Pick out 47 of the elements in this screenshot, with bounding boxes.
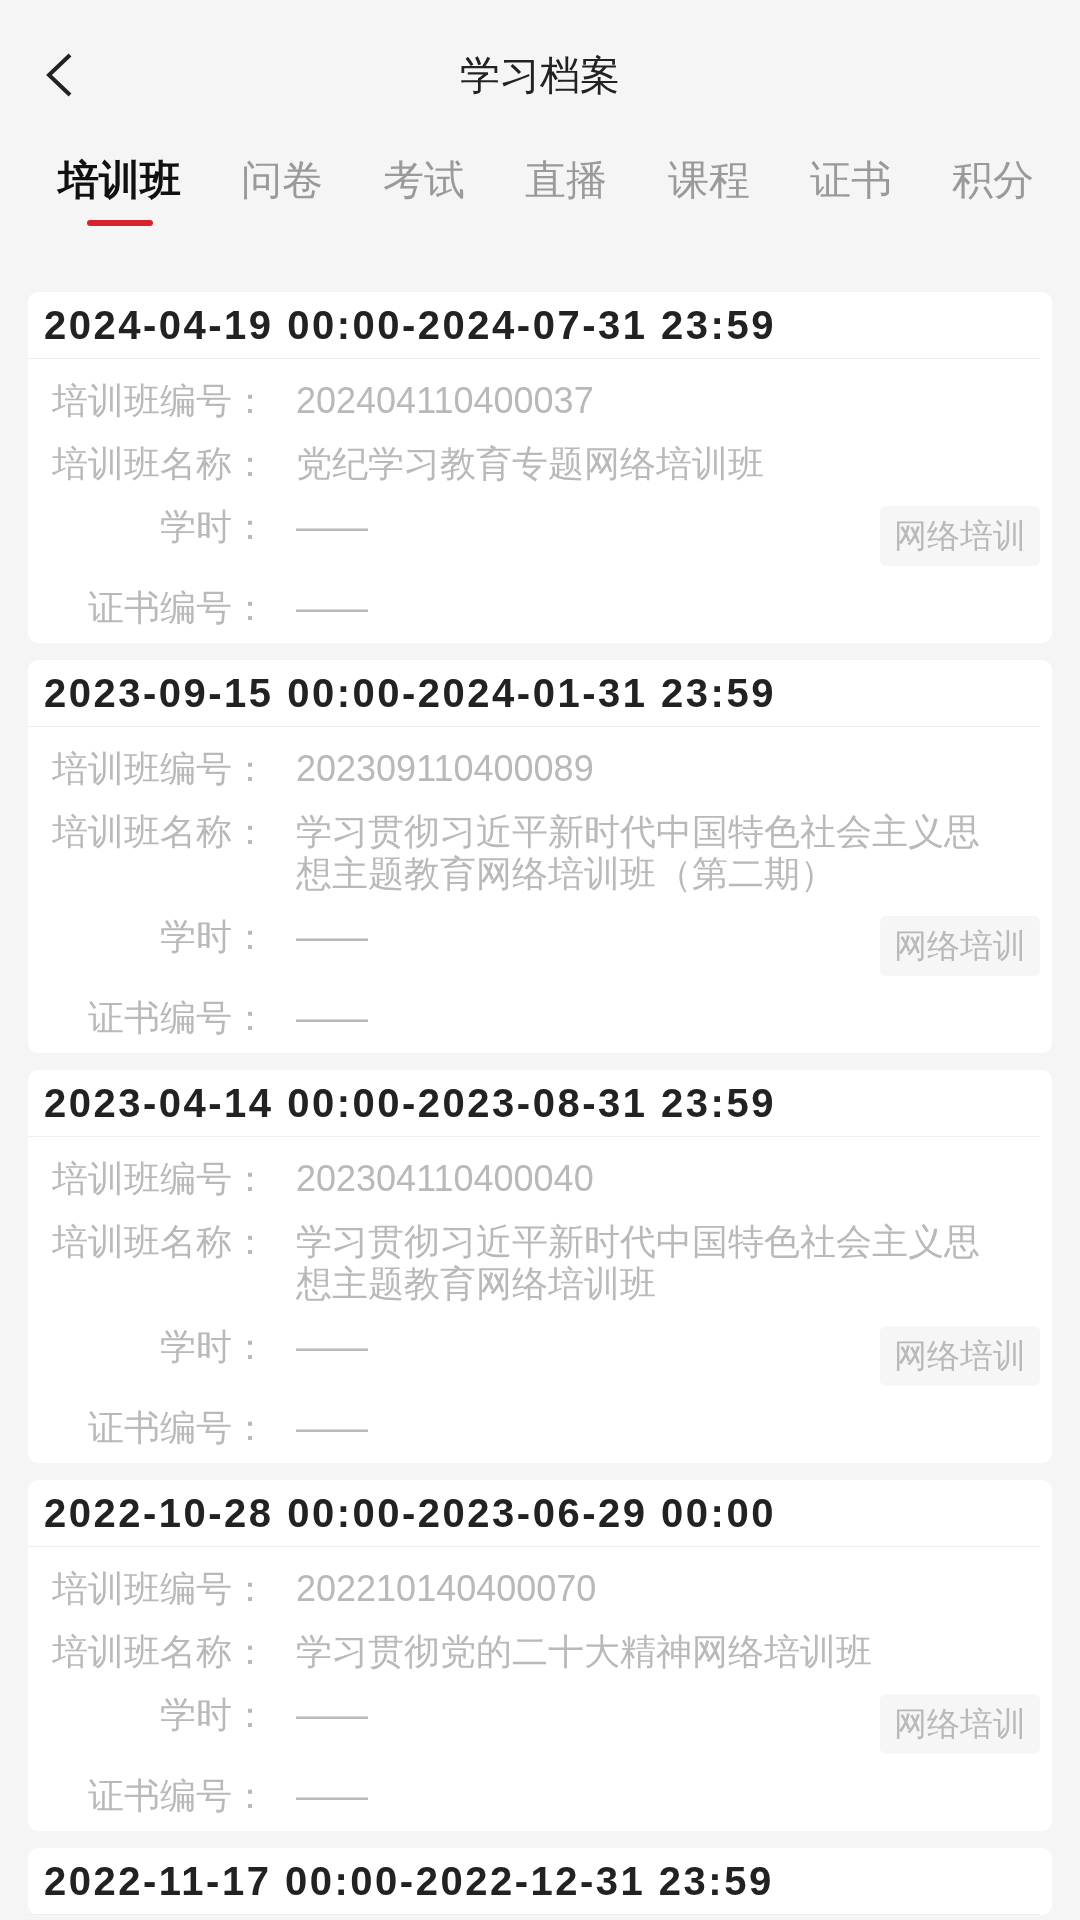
field-label: 培训班名称： — [51, 1631, 268, 1673]
date-range: 2024-04-19 00:00-2024-07-31 23:59 — [28, 292, 1040, 359]
field-value: 202309110400089 — [296, 748, 595, 790]
field-label: 证书编号： — [87, 997, 268, 1039]
page-title: 学习档案 — [460, 51, 620, 99]
type-tag: 网络培训 — [880, 506, 1040, 566]
date-range: 2023-04-14 00:00-2023-08-31 23:59 — [28, 1070, 1040, 1137]
field-label: 学时： — [159, 1694, 268, 1736]
field-label: 培训班名称： — [51, 443, 268, 485]
date-range: 2022-10-28 00:00-2023-06-29 00:00 — [28, 1480, 1040, 1547]
field-value: 学习贯彻党的二十大精神网络培训班 — [296, 1631, 873, 1673]
type-tag: 网络培训 — [880, 1326, 1040, 1386]
field-value: 党纪学习教育专题网络培训班 — [296, 443, 765, 485]
field-label: 证书编号： — [87, 1407, 268, 1449]
field-label: 学时： — [159, 1326, 268, 1368]
field-value: —— — [296, 587, 369, 629]
field-value: —— — [296, 916, 369, 958]
field-label: 培训班名称： — [51, 811, 268, 853]
field-label: 培训班名称： — [51, 1221, 268, 1263]
type-tag: 网络培训 — [880, 1694, 1040, 1754]
field-value: —— — [296, 1326, 369, 1368]
field-label: 培训班编号： — [51, 380, 268, 422]
back-icon[interactable] — [44, 52, 74, 98]
field-label: 学时： — [159, 506, 268, 548]
field-label: 培训班编号： — [51, 1158, 268, 1200]
field-label: 学时： — [159, 916, 268, 958]
record-card[interactable]: 2023-09-15 00:00-2024-01-31 23:59 培训班编号： 202309110400089 培训班名称： 学习贯彻习近平新时代中国特色社会主义思想主题教育网络培训班（第二期） 学时： —— 网络培训 证书编号： —— — [28, 660, 1052, 1053]
field-value: 202404110400037 — [296, 380, 595, 422]
record-card[interactable]: 2024-04-19 00:00-2024-07-31 23:59 培训班编号： 202404110400037 培训班名称： 党纪学习教育专题网络培训班 学时： —— 网络培训 证书编号： —— — [28, 292, 1052, 643]
field-value: 202210140400070 — [296, 1568, 598, 1610]
record-card[interactable]: 2023-04-14 00:00-2023-08-31 23:59 培训班编号： 202304110400040 培训班名称： 学习贯彻习近平新时代中国特色社会主义思想主题教育网络培训班 学时： —— 网络培训 证书编号： —— — [28, 1070, 1052, 1463]
field-label: 培训班编号： — [51, 748, 268, 790]
tab[interactable]: 培训班 — [56, 150, 183, 230]
field-value: —— — [296, 997, 369, 1039]
record-card[interactable]: 2022-10-28 00:00-2023-06-29 00:00 培训班编号： 202210140400070 培训班名称： 学习贯彻党的二十大精神网络培训班 学时： —— 网络培训 证书编号： —— — [28, 1480, 1052, 1831]
field-label: 证书编号： — [87, 587, 268, 629]
field-label: 培训班编号： — [51, 1568, 268, 1610]
type-tag: 网络培训 — [880, 916, 1040, 976]
date-range: 2023-09-15 00:00-2024-01-31 23:59 — [28, 660, 1040, 727]
field-value: —— — [296, 1775, 369, 1817]
field-value: 学习贯彻习近平新时代中国特色社会主义思想主题教育网络培训班（第二期） — [296, 811, 981, 895]
field-value: 202304110400040 — [296, 1158, 595, 1200]
field-value: —— — [296, 1407, 369, 1449]
field-label: 证书编号： — [87, 1775, 268, 1817]
field-value: —— — [296, 506, 369, 548]
field-value: 学习贯彻习近平新时代中国特色社会主义思想主题教育网络培训班 — [296, 1221, 981, 1305]
field-value: —— — [296, 1694, 369, 1736]
